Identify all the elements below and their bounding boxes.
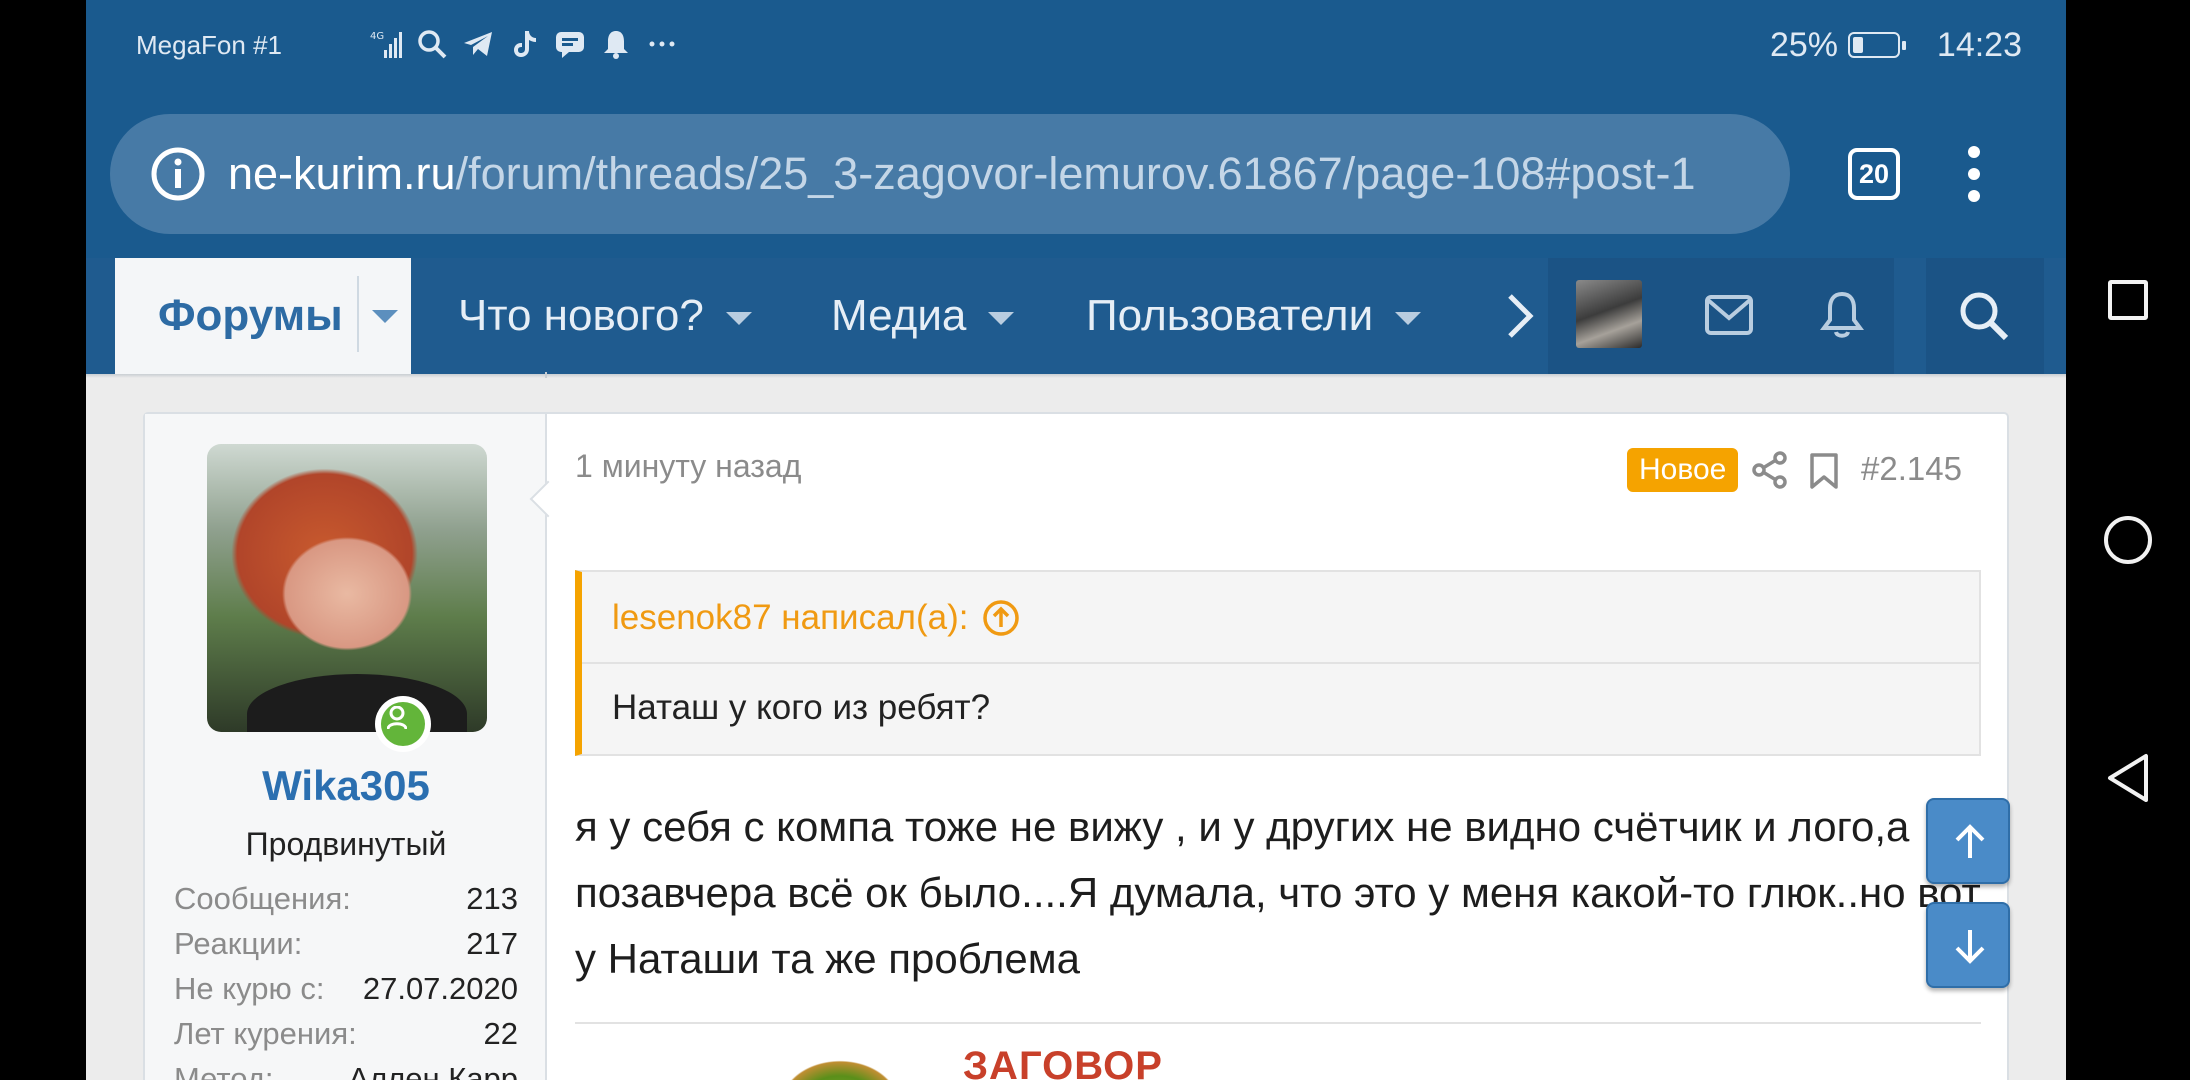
signature-banner[interactable]: ЗАГОВОР — [575, 1034, 1275, 1080]
status-icons: 4G — [370, 28, 678, 60]
home-button[interactable] — [2104, 516, 2152, 564]
bell-icon[interactable] — [1820, 290, 1864, 340]
chevron-down-icon[interactable] — [988, 311, 1015, 325]
telegram-icon — [464, 32, 492, 56]
banner-title: ЗАГОВОР — [963, 1044, 1163, 1080]
quote-divider — [582, 662, 1981, 664]
nav-shadow — [86, 374, 2066, 378]
recent-apps-button[interactable] — [2108, 280, 2148, 320]
browser-menu-icon[interactable] — [1966, 144, 1982, 204]
banner-plant-image — [745, 1034, 935, 1080]
username[interactable]: Wika305 — [145, 762, 547, 810]
quote-text: Наташ у кого из ребят? — [612, 688, 991, 727]
nav-tab-media-label: Медиа — [831, 291, 967, 340]
scroll-to-top-button[interactable] — [1926, 798, 2010, 884]
nav-tab-forums-label: Форумы — [158, 291, 343, 340]
more-icon — [649, 41, 675, 47]
stat-label: Метод: — [174, 1060, 274, 1080]
share-icon[interactable] — [1751, 450, 1789, 490]
post-timestamp[interactable]: 1 минуту назад — [575, 448, 801, 485]
nav-tick — [545, 372, 547, 378]
chevron-down-icon[interactable] — [725, 311, 752, 325]
browser-screen: MegaFon #1 4G 25% 14:23 ne-kurim.ru/foru… — [86, 0, 2066, 1080]
arrow-down-icon — [1955, 930, 1985, 964]
signal-4g-icon: 4G — [370, 31, 402, 58]
bookmark-icon[interactable] — [1809, 452, 1839, 490]
stat-row: Сообщения: 213 — [174, 876, 518, 921]
stat-value: 22 — [483, 1015, 518, 1051]
battery-icon — [1848, 32, 1906, 58]
bell-icon — [604, 31, 628, 59]
avatar-shirt — [247, 674, 467, 732]
stat-value: Аллен Карр — [348, 1060, 518, 1080]
tab-switcher-button[interactable]: 20 — [1848, 148, 1900, 200]
stat-label: Сообщения: — [174, 880, 351, 916]
nav-tab-members[interactable]: Пользователи — [1086, 258, 1422, 374]
quote-author[interactable]: lesenok87 написал(а): — [612, 598, 968, 638]
address-bar[interactable]: ne-kurim.ru/forum/threads/25_3-zagovor-l… — [110, 114, 1790, 234]
back-button[interactable] — [2106, 752, 2150, 804]
forum-nav: Форумы Что нового? Медиа Пользователи — [86, 258, 2066, 374]
post-user-panel: Wika305 Продвинутый Сообщения: 213 Реакци… — [145, 414, 547, 1080]
url-text[interactable]: ne-kurim.ru/forum/threads/25_3-zagovor-l… — [228, 148, 1788, 200]
post-number-link[interactable]: #2.145 — [1861, 450, 1962, 488]
site-info-icon[interactable] — [150, 146, 206, 202]
chevron-down-icon[interactable] — [372, 310, 398, 323]
battery-percent: 25% — [1769, 26, 1838, 64]
user-title: Продвинутый — [245, 826, 447, 862]
svg-text:4G: 4G — [370, 31, 384, 42]
browser-toolbar: ne-kurim.ru/forum/threads/25_3-zagovor-l… — [86, 92, 2066, 258]
nav-tab-whats-new-label: Что нового? — [458, 291, 704, 340]
stat-label: Лет курения: — [174, 1015, 357, 1051]
url-domain: ne-kurim.ru — [228, 148, 456, 199]
nav-tab-members-label: Пользователи — [1086, 291, 1374, 340]
stat-row: Реакции: 217 — [174, 921, 518, 966]
stat-value: 213 — [466, 880, 518, 916]
stat-value: 217 — [466, 925, 518, 961]
search-icon[interactable] — [1958, 290, 2010, 342]
quote-block: lesenok87 написал(а): Наташ у кого из ре… — [575, 570, 1981, 756]
online-status-badge — [375, 696, 431, 752]
user-stats: Сообщения: 213 Реакции: 217 Не курю с: 27.0… — [174, 876, 518, 1080]
signature-divider — [575, 1022, 1981, 1024]
clock: 14:23 — [1936, 26, 2022, 64]
carrier-name: MegaFon #1 — [136, 30, 282, 60]
stat-value: 27.07.2020 — [362, 970, 518, 1006]
nav-divider — [357, 276, 359, 352]
scroll-to-bottom-button[interactable] — [1926, 902, 2010, 988]
android-nav-bar — [2066, 0, 2190, 1080]
arrow-up-circle-icon[interactable] — [982, 599, 1020, 637]
forum-post: Wika305 Продвинутый Сообщения: 213 Реакци… — [143, 412, 2009, 1080]
quote-header[interactable]: lesenok87 написал(а): — [612, 598, 1020, 638]
stat-row: Не курю с: 27.07.2020 — [174, 966, 518, 1011]
post-body-text: я у себя с компа тоже не вижу , и у друг… — [575, 803, 1981, 982]
search-icon — [418, 30, 447, 59]
stat-row: Лет курения: 22 — [174, 1011, 518, 1056]
stat-label: Не курю с: — [174, 970, 325, 1006]
stat-row: Метод: Аллен Карр — [174, 1056, 518, 1080]
status-bar: MegaFon #1 4G 25% 14:23 — [86, 0, 2066, 92]
account-avatar[interactable] — [1576, 280, 1642, 348]
chevron-down-icon[interactable] — [1395, 311, 1422, 325]
nav-tab-forums[interactable]: Форумы — [115, 258, 411, 374]
user-avatar[interactable] — [207, 444, 487, 732]
chat-icon — [556, 32, 584, 58]
post-content: 1 минуту назад Новое #2.145 lesenok87 на… — [549, 414, 2009, 1080]
chevron-right-icon[interactable] — [1500, 292, 1540, 340]
tiktok-icon — [514, 31, 536, 57]
nav-tab-whats-new[interactable]: Что нового? — [458, 258, 752, 374]
mail-icon[interactable] — [1704, 294, 1754, 336]
left-black-margin — [0, 0, 86, 1080]
arrow-up-icon — [1955, 824, 1985, 858]
stat-label: Реакции: — [174, 925, 303, 961]
nav-tab-media[interactable]: Медиа — [831, 258, 1015, 374]
url-path: /forum/threads/25_3-zagovor-lemurov.6186… — [455, 148, 1696, 199]
new-post-badge: Новое — [1627, 448, 1739, 492]
user-icon — [387, 706, 407, 730]
